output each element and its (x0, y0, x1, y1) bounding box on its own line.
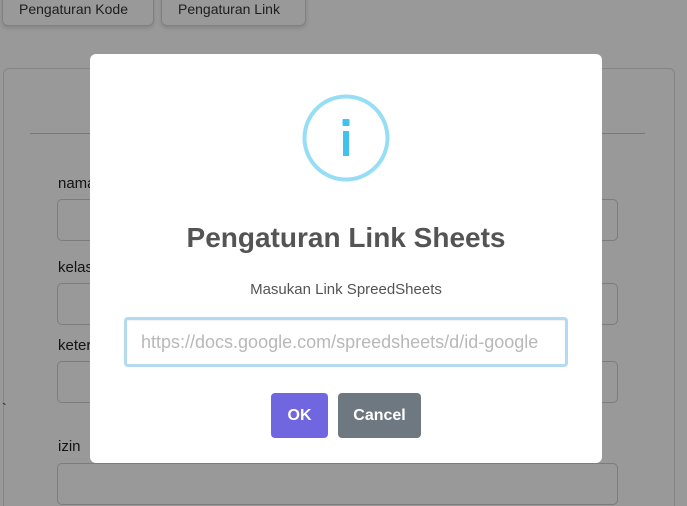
info-icon (302, 94, 390, 182)
ok-button[interactable]: OK (271, 393, 328, 438)
link-settings-dialog: Pengaturan Link Sheets Masukan Link Spre… (90, 54, 602, 463)
dialog-subtitle: Masukan Link SpreedSheets (250, 281, 442, 298)
cancel-button[interactable]: Cancel (338, 393, 421, 438)
dialog-title: Pengaturan Link Sheets (186, 222, 506, 253)
spreadsheet-link-input[interactable] (124, 317, 568, 367)
